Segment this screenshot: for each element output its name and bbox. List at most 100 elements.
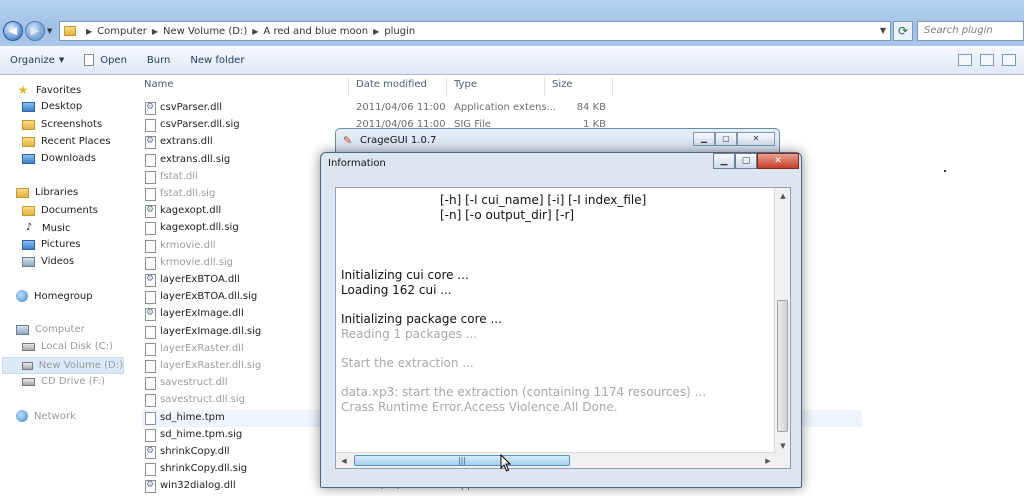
nav-new-volume[interactable]: New Volume (D:)	[2, 357, 124, 374]
address-bar[interactable]: ▶ Computer ▶ New Volume (D:) ▶ A red and…	[59, 21, 891, 41]
file-name: shrinkCopy.dll.sig	[160, 463, 248, 475]
breadcrumb-new-volume[interactable]: New Volume (D:)	[163, 26, 247, 37]
maximize-button[interactable]: ▢	[715, 132, 737, 146]
nav-label: Desktop	[41, 101, 83, 112]
log-output[interactable]: [-h] [-l cui_name] [-i] [-I index_file] …	[335, 187, 791, 469]
file-name: krmovie.dll	[160, 239, 216, 251]
nav-downloads[interactable]: Downloads	[22, 153, 96, 164]
log-line: Reading 1 packages ...	[341, 327, 478, 341]
close-button[interactable]: ✕	[757, 153, 799, 169]
navigation-pane: ★ Favorites Desktop Screenshots Recent Pl…	[0, 76, 138, 496]
cragegui-title: CrageGUI 1.0.7	[360, 135, 437, 146]
minimize-button[interactable]: ▁	[713, 153, 735, 169]
file-icon	[145, 256, 156, 270]
burn-button[interactable]: Burn	[137, 49, 180, 71]
column-divider[interactable]	[446, 77, 447, 97]
nav-pictures[interactable]: Pictures	[22, 239, 81, 250]
file-name: fstat.dll	[160, 170, 198, 182]
nav-label: New Volume (D:)	[38, 360, 123, 371]
recent-pages-dropdown[interactable]: ▼	[47, 27, 52, 35]
forward-button[interactable]: ▶	[25, 21, 45, 41]
nav-label: Computer	[35, 324, 85, 335]
nav-desktop[interactable]: Desktop	[22, 101, 82, 112]
document-icon	[84, 54, 95, 66]
file-icon	[145, 360, 156, 373]
column-header-size[interactable]: Size	[552, 79, 573, 90]
command-bar: Organize ▼ Open Burn New folder	[0, 46, 1024, 75]
nav-computer[interactable]: Computer	[16, 324, 85, 335]
file-name: win32dialog.dll	[160, 480, 236, 492]
vertical-scrollbar[interactable]: ▲ ▼	[774, 188, 790, 468]
nav-favorites[interactable]: ★ Favorites	[16, 83, 82, 97]
file-name: shrinkCopy.dll	[160, 446, 230, 457]
column-header-date[interactable]: Date modified	[356, 79, 427, 90]
vertical-scroll-thumb[interactable]	[777, 300, 788, 432]
file-size: 84 KB	[576, 102, 606, 113]
stray-pixel	[944, 170, 946, 172]
file-name: layerExImage.dll.sig	[160, 325, 262, 337]
explorer-titlebar: ◀ ▶ ▼ ▶ Computer ▶ New Volume (D:) ▶ A r…	[0, 0, 1024, 46]
column-header-type[interactable]: Type	[454, 79, 477, 90]
minimize-button[interactable]: ▁	[693, 132, 715, 146]
breadcrumb-computer[interactable]: Computer	[97, 26, 147, 37]
nav-libraries[interactable]: Libraries	[16, 187, 78, 198]
scroll-down-arrow-icon[interactable]: ▼	[775, 438, 790, 454]
nav-label: CD Drive (F:)	[41, 376, 105, 387]
maximize-button[interactable]: ▢	[735, 153, 757, 169]
help-icon[interactable]	[1002, 54, 1016, 66]
star-icon: ★	[17, 83, 29, 97]
folder-icon	[64, 26, 76, 36]
downloads-icon	[22, 153, 35, 164]
log-line: Loading 162 cui ...	[341, 283, 452, 297]
nav-cd-drive[interactable]: CD Drive (F:)	[22, 376, 105, 387]
column-divider[interactable]	[544, 77, 545, 97]
dll-file-icon	[145, 480, 156, 494]
column-header-name[interactable]: Name	[144, 79, 174, 90]
new-folder-button[interactable]: New folder	[180, 49, 254, 71]
horizontal-scrollbar[interactable]: ◀ ||| ▶	[336, 452, 776, 468]
nav-recent-places[interactable]: Recent Places	[22, 136, 111, 147]
file-name: extrans.dll	[160, 136, 213, 148]
nav-documents[interactable]: Documents	[22, 205, 98, 216]
file-name: csvParser.dll	[160, 102, 223, 113]
back-button[interactable]: ◀	[3, 21, 23, 41]
organize-button[interactable]: Organize ▼	[0, 49, 74, 71]
open-button[interactable]: Open	[74, 49, 137, 71]
breadcrumb-folder[interactable]: A red and blue moon	[263, 26, 368, 37]
nav-homegroup[interactable]: Homegroup	[16, 290, 93, 302]
nav-network[interactable]: Network	[16, 410, 76, 422]
search-input[interactable]: Search plugin	[917, 21, 1024, 41]
preview-pane-icon[interactable]	[980, 54, 994, 66]
documents-icon	[22, 205, 35, 216]
address-dropdown-icon[interactable]: ▼	[880, 26, 886, 35]
scroll-up-arrow-icon[interactable]: ▲	[775, 188, 790, 204]
chevron-right-icon: ▶	[373, 26, 380, 36]
refresh-button[interactable]: ⟳	[893, 21, 913, 41]
breadcrumb-plugin[interactable]: plugin	[384, 26, 415, 37]
nav-music[interactable]: ♪ Music	[22, 222, 71, 234]
column-divider[interactable]	[348, 77, 349, 97]
close-button[interactable]: ✕	[737, 132, 775, 146]
information-dialog[interactable]: Information ▁ ▢ ✕ [-h] [-l cui_name] [-i…	[320, 152, 802, 488]
folder-icon	[22, 119, 35, 130]
pictures-icon	[22, 239, 35, 250]
column-divider[interactable]	[612, 77, 613, 97]
nav-label: Pictures	[41, 239, 81, 250]
file-name: layerExBTOA.dll.sig	[160, 291, 258, 303]
nav-label: Downloads	[41, 153, 96, 164]
nav-videos[interactable]: Videos	[22, 256, 74, 267]
file-name: layerExRaster.dll.sig	[160, 360, 262, 371]
log-line: Start the extraction ...	[341, 356, 474, 370]
nav-screenshots[interactable]: Screenshots	[22, 119, 102, 130]
view-options-icon[interactable]	[958, 54, 972, 66]
file-name: kagexopt.dll	[160, 205, 222, 217]
scroll-left-arrow-icon[interactable]: ◀	[336, 453, 352, 468]
file-icon	[145, 325, 156, 339]
file-row[interactable]: csvParser.dll2011/04/06 11:00Application…	[142, 100, 862, 117]
log-line: [-n] [-o output_dir] [-r]	[440, 208, 575, 222]
file-icon	[145, 222, 156, 236]
horizontal-scroll-thumb[interactable]: |||	[354, 455, 570, 466]
nav-local-disk[interactable]: Local Disk (C:)	[22, 341, 113, 352]
scroll-right-arrow-icon[interactable]: ▶	[760, 453, 776, 468]
nav-label: Music	[42, 222, 71, 234]
